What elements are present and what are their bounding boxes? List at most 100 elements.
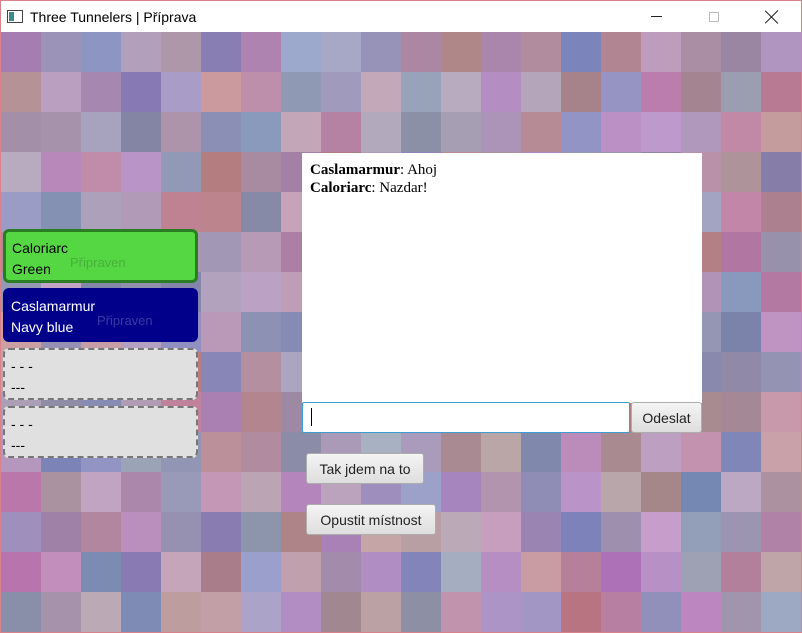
mosaic-tile <box>601 32 641 72</box>
mosaic-tile <box>201 512 241 552</box>
mosaic-tile <box>241 152 281 192</box>
mosaic-tile <box>481 72 521 112</box>
mosaic-tile <box>761 352 801 392</box>
mosaic-tile <box>41 32 81 72</box>
mosaic-tile <box>761 232 801 272</box>
chat-text: : Nazdar! <box>371 180 428 196</box>
mosaic-tile <box>241 512 281 552</box>
mosaic-tile <box>281 32 321 72</box>
maximize-icon <box>709 11 719 22</box>
mosaic-tile <box>121 552 161 592</box>
mosaic-tile <box>401 552 441 592</box>
mosaic-tile <box>761 112 801 152</box>
mosaic-tile <box>241 232 281 272</box>
mosaic-tile <box>441 72 481 112</box>
mosaic-tile <box>761 432 801 472</box>
player-slot-1: Caloriarc Green Připraven <box>3 229 198 283</box>
mosaic-tile <box>401 112 441 152</box>
mosaic-tile <box>321 72 361 112</box>
mosaic-tile <box>361 72 401 112</box>
mosaic-tile <box>521 72 561 112</box>
mosaic-tile <box>681 32 721 72</box>
mosaic-tile <box>161 552 201 592</box>
mosaic-tile <box>1 192 41 232</box>
mosaic-tile <box>161 592 201 632</box>
mosaic-tile <box>1 512 41 552</box>
mosaic-tile <box>721 152 761 192</box>
mosaic-tile <box>561 32 601 72</box>
mosaic-tile <box>761 312 801 352</box>
mosaic-tile <box>441 592 481 632</box>
mosaic-tile <box>441 512 481 552</box>
chat-input[interactable] <box>302 402 630 433</box>
mosaic-tile <box>241 192 281 232</box>
mosaic-tile <box>361 32 401 72</box>
mosaic-tile <box>441 112 481 152</box>
mosaic-tile <box>241 552 281 592</box>
mosaic-tile <box>761 32 801 72</box>
mosaic-tile <box>561 72 601 112</box>
mosaic-tile <box>561 592 601 632</box>
mosaic-tile <box>241 352 281 392</box>
player-name: - - - <box>11 416 33 432</box>
player-name: Caslamarmur <box>11 298 96 314</box>
mosaic-tile <box>1 552 41 592</box>
mosaic-tile <box>561 512 601 552</box>
mosaic-tile <box>641 112 681 152</box>
mosaic-tile <box>81 32 121 72</box>
mosaic-tile <box>81 552 121 592</box>
mosaic-tile <box>761 552 801 592</box>
mosaic-tile <box>521 112 561 152</box>
send-button[interactable]: Odeslat <box>631 402 702 433</box>
mosaic-tile <box>721 232 761 272</box>
mosaic-tile <box>281 552 321 592</box>
mosaic-tile <box>161 152 201 192</box>
mosaic-tile <box>81 472 121 512</box>
close-button[interactable] <box>743 1 801 32</box>
mosaic-tile <box>81 592 121 632</box>
mosaic-tile <box>721 72 761 112</box>
mosaic-tile <box>281 112 321 152</box>
mosaic-tile <box>201 32 241 72</box>
ready-button[interactable]: Tak jdem na to <box>306 453 424 484</box>
mosaic-tile <box>761 592 801 632</box>
mosaic-tile <box>721 32 761 72</box>
mosaic-tile <box>81 112 121 152</box>
close-icon <box>765 10 779 24</box>
mosaic-tile <box>721 272 761 312</box>
mosaic-tile <box>681 512 721 552</box>
mosaic-tile <box>121 72 161 112</box>
mosaic-tile <box>161 472 201 512</box>
mosaic-tile <box>41 112 81 152</box>
mosaic-tile <box>281 72 321 112</box>
mosaic-tile <box>761 472 801 512</box>
mosaic-tile <box>681 552 721 592</box>
mosaic-tile <box>201 312 241 352</box>
player-slot-4-empty: - - - --- <box>3 406 198 458</box>
mosaic-tile <box>601 552 641 592</box>
minimize-button[interactable] <box>627 1 685 32</box>
app-window: Three Tunnelers | Příprava Caloriarc Gre… <box>0 0 802 633</box>
mosaic-tile <box>121 192 161 232</box>
mosaic-tile <box>121 112 161 152</box>
mosaic-tile <box>161 72 201 112</box>
mosaic-tile <box>761 512 801 552</box>
mosaic-tile <box>441 552 481 592</box>
mosaic-tile <box>721 552 761 592</box>
mosaic-tile <box>441 32 481 72</box>
mosaic-tile <box>721 392 761 432</box>
mosaic-tile <box>721 352 761 392</box>
minimize-icon <box>650 16 662 17</box>
mosaic-tile <box>681 112 721 152</box>
player-color: --- <box>11 379 25 395</box>
leave-room-button[interactable]: Opustit místnost <box>306 504 436 535</box>
mosaic-tile <box>401 592 441 632</box>
mosaic-tile <box>321 552 361 592</box>
maximize-button[interactable] <box>685 1 743 32</box>
mosaic-tile <box>481 432 521 472</box>
mosaic-tile <box>201 152 241 192</box>
mosaic-tile <box>1 472 41 512</box>
mosaic-tile <box>121 592 161 632</box>
mosaic-tile <box>161 112 201 152</box>
chat-message: Caslamarmur: Ahoj <box>310 161 694 179</box>
